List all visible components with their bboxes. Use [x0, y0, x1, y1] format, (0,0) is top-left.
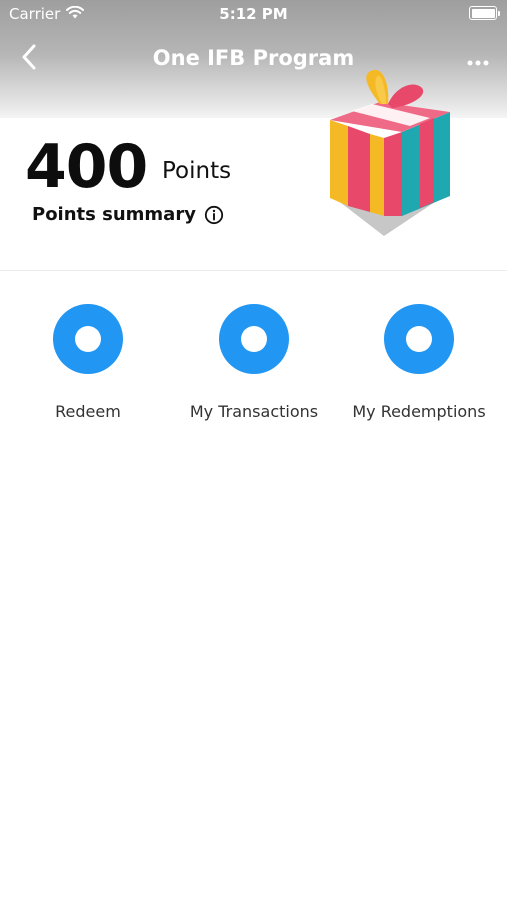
status-bar: Carrier 5:12 PM — [0, 0, 507, 28]
points-summary-label: Points summary — [32, 204, 196, 225]
my-transactions-button[interactable]: My Transactions — [169, 304, 339, 434]
status-time: 5:12 PM — [219, 5, 288, 23]
section-divider — [0, 270, 507, 271]
gift-box-illustration — [322, 64, 462, 240]
redeem-label: Redeem — [55, 402, 121, 421]
redemptions-icon — [384, 304, 454, 374]
redeem-icon — [53, 304, 123, 374]
more-horizontal-icon — [467, 51, 489, 70]
redeem-button[interactable]: Redeem — [3, 304, 173, 434]
points-value: 400 — [25, 132, 148, 202]
my-redemptions-label: My Redemptions — [352, 402, 486, 421]
points-unit: Points — [162, 158, 232, 184]
points-summary-link[interactable]: Points summary — [32, 204, 224, 225]
battery-icon — [469, 6, 500, 20]
transactions-icon — [219, 304, 289, 374]
my-transactions-label: My Transactions — [189, 402, 319, 421]
action-menu: Redeem My Transactions My Redemptions — [0, 304, 507, 434]
info-icon[interactable] — [204, 205, 224, 225]
more-options-button[interactable] — [463, 48, 493, 72]
my-redemptions-button[interactable]: My Redemptions — [334, 304, 504, 434]
